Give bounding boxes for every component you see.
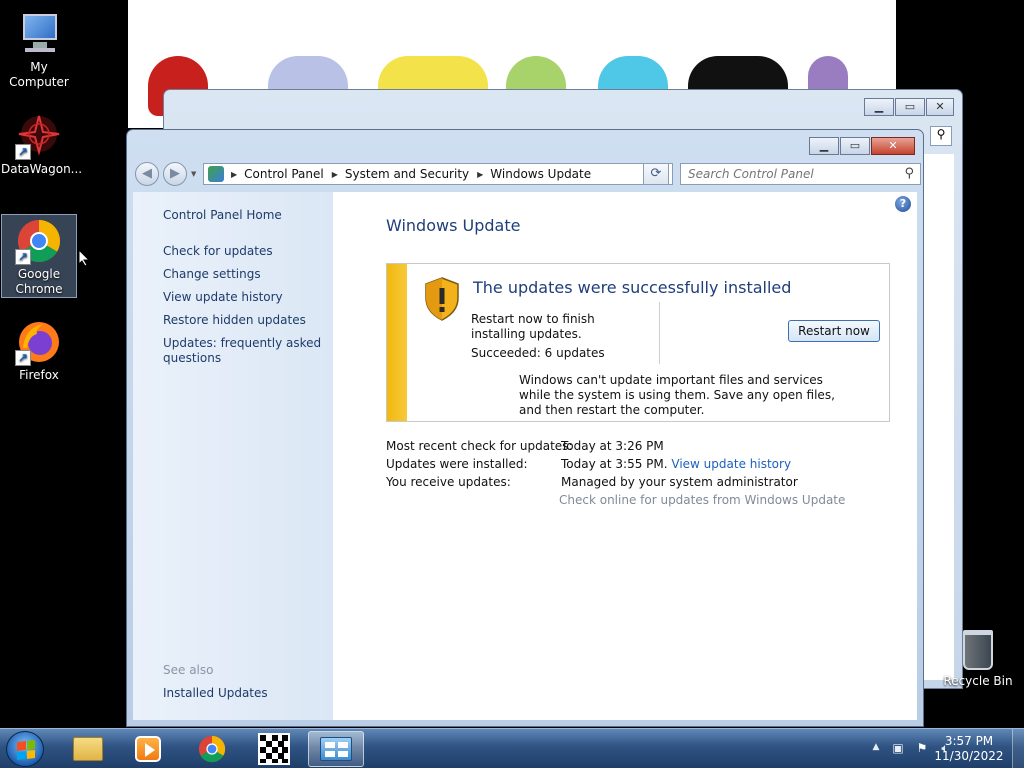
taskbar-grid-app[interactable]: [246, 731, 302, 767]
system-clock[interactable]: 3:57 PM 11/30/2022: [934, 734, 1004, 764]
chrome-icon: [198, 735, 226, 763]
show-hidden-icons-chevron-icon[interactable]: ▲: [868, 742, 884, 758]
updates-faq-link[interactable]: Updates: frequently asked questions: [163, 336, 328, 366]
update-status-panel: The updates were successfully installed …: [386, 263, 890, 422]
control-panel-icon: [320, 737, 352, 761]
desktop-icon-label: Recycle Bin: [943, 674, 1013, 688]
left-task-pane: Control Panel Home Check for updates Cha…: [133, 192, 333, 720]
control-panel-icon: [208, 166, 224, 182]
media-player-icon: [135, 736, 161, 762]
windows-update-window[interactable]: ▁ ▭ ✕ ◀ ▶ ▼ ▶ Control Panel ▶ System and…: [126, 129, 924, 727]
desktop-icon-datawagon[interactable]: ↗ DataWagon...: [1, 112, 83, 177]
grid-app-icon: [258, 733, 290, 765]
breadcrumb-system-and-security[interactable]: System and Security: [345, 167, 469, 181]
view-update-history-link[interactable]: View update history: [163, 290, 328, 305]
computer-icon: [15, 10, 63, 58]
installed-updates-link[interactable]: Installed Updates: [163, 686, 328, 701]
start-button[interactable]: [6, 731, 44, 767]
control-panel-home-link[interactable]: Control Panel Home: [163, 208, 328, 223]
restart-now-button[interactable]: Restart now: [788, 320, 880, 342]
panel-divider: [659, 302, 660, 364]
search-icon[interactable]: ⚲: [930, 126, 952, 146]
shortcut-arrow-icon: ↗: [15, 144, 31, 160]
shortcut-arrow-icon: ↗: [15, 249, 31, 265]
taskbar: ▲ ▣ ⚑ 🔈︎ 3:57 PM 11/30/2022: [0, 728, 1024, 768]
maximize-button[interactable]: ▭: [840, 137, 870, 155]
search-input[interactable]: [681, 164, 891, 184]
window-client-area: Control Panel Home Check for updates Cha…: [133, 192, 917, 720]
info-value-receive: Managed by your system administrator: [561, 475, 798, 489]
refresh-icon[interactable]: ⟳: [643, 163, 669, 185]
search-icon[interactable]: ⚲: [904, 166, 914, 181]
breadcrumb-windows-update[interactable]: Windows Update: [490, 167, 591, 181]
desktop-icon-google-chrome[interactable]: ↗ Google Chrome: [1, 214, 77, 298]
desktop-icon-label: My Computer: [9, 60, 69, 89]
desktop-icon-firefox[interactable]: ↗ Firefox: [1, 318, 77, 383]
close-button[interactable]: ✕: [871, 137, 915, 155]
breadcrumb-control-panel[interactable]: Control Panel: [244, 167, 324, 181]
breadcrumb-separator-icon[interactable]: ▶: [231, 170, 237, 179]
warning-shield-icon: [425, 277, 459, 321]
desktop-icon-label: Firefox: [19, 368, 59, 382]
restart-warning-text: Windows can't update important files and…: [519, 373, 835, 417]
help-icon[interactable]: ?: [895, 196, 911, 212]
back-arrow-icon[interactable]: ◀: [135, 162, 159, 186]
taskbar-explorer[interactable]: [60, 731, 116, 767]
desktop-icon-my-computer[interactable]: My Computer: [1, 10, 77, 90]
check-online-link[interactable]: Check online for updates from Windows Up…: [559, 493, 845, 507]
action-center-flag-icon[interactable]: ⚑: [914, 741, 930, 757]
main-content: ? Windows Update The updates were succes…: [333, 192, 917, 720]
forward-arrow-icon[interactable]: ▶: [163, 162, 187, 186]
maximize-button[interactable]: ▭: [895, 98, 925, 116]
close-button[interactable]: ✕: [926, 98, 954, 116]
info-value-recent-check: Today at 3:26 PM: [561, 439, 664, 453]
show-desktop-button[interactable]: [1012, 729, 1024, 768]
succeeded-count: Succeeded: 6 updates: [471, 346, 605, 360]
datawagon-icon: ↗: [15, 112, 63, 160]
info-label-recent-check: Most recent check for updates:: [386, 439, 573, 453]
firefox-icon: ↗: [15, 318, 63, 366]
clock-date: 11/30/2022: [934, 749, 1004, 763]
windows-logo-icon: [17, 740, 35, 760]
breadcrumb-separator-icon[interactable]: ▶: [332, 170, 338, 179]
status-heading: The updates were successfully installed: [473, 278, 792, 297]
clock-time: 3:57 PM: [944, 734, 994, 748]
info-label-installed: Updates were installed:: [386, 457, 528, 471]
mouse-cursor-icon: [78, 248, 91, 270]
desktop-icon-label: DataWagon...: [1, 162, 83, 176]
recent-pages-chevron-icon[interactable]: ▼: [191, 170, 196, 178]
status-stripe: [387, 264, 407, 421]
folder-icon: [73, 737, 103, 761]
restart-message: Restart now to finish installing updates…: [471, 312, 595, 341]
page-title: Windows Update: [386, 216, 521, 235]
desktop-icon-recycle-bin[interactable]: Recycle Bin: [940, 630, 1016, 688]
taskbar-media-player[interactable]: [120, 731, 176, 767]
info-label-receive: You receive updates:: [386, 475, 511, 489]
taskbar-chrome[interactable]: [184, 731, 240, 767]
minimize-button[interactable]: ▁: [864, 98, 894, 116]
breadcrumb-separator-icon[interactable]: ▶: [477, 170, 483, 179]
info-value-installed: Today at 3:55 PM. View update history: [561, 457, 791, 471]
see-also-heading: See also: [163, 663, 214, 677]
notification-area: ▲ ▣ ⚑ 🔈︎ 3:57 PM 11/30/2022: [824, 729, 1024, 768]
recycle-bin-icon: [963, 630, 993, 670]
network-icon[interactable]: ▣: [890, 741, 906, 757]
navigation-bar: ◀ ▶ ▼ ▶ Control Panel ▶ System and Secur…: [133, 160, 921, 188]
search-box[interactable]: ⚲: [680, 163, 921, 185]
installed-time: Today at 3:55 PM.: [561, 457, 668, 471]
taskbar-control-panel[interactable]: [308, 731, 364, 767]
check-for-updates-link[interactable]: Check for updates: [163, 244, 328, 259]
restore-hidden-updates-link[interactable]: Restore hidden updates: [163, 313, 328, 328]
shortcut-arrow-icon: ↗: [15, 350, 31, 366]
view-update-history-inline-link[interactable]: View update history: [671, 457, 791, 471]
minimize-button[interactable]: ▁: [809, 137, 839, 155]
chrome-icon: ↗: [15, 217, 63, 265]
address-bar[interactable]: ▶ Control Panel ▶ System and Security ▶ …: [203, 163, 673, 185]
change-settings-link[interactable]: Change settings: [163, 267, 328, 282]
desktop-icon-label: Google Chrome: [15, 267, 63, 296]
